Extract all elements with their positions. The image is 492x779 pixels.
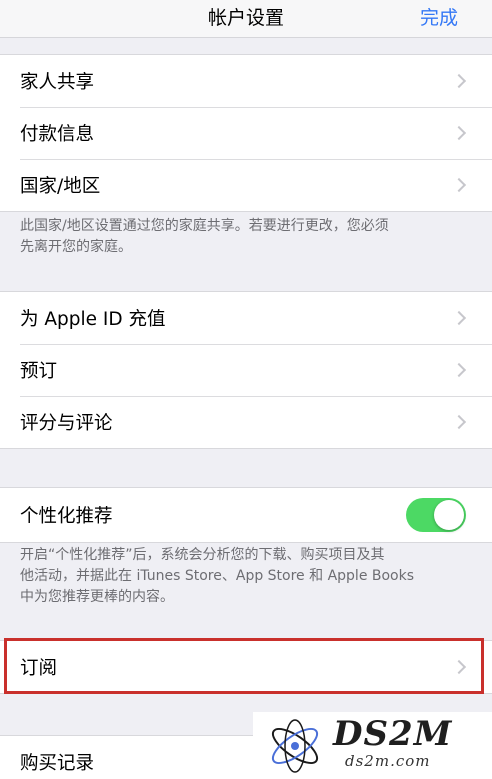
row-country-region[interactable]: 国家/地区: [0, 159, 492, 211]
chevron-right-icon: [451, 177, 467, 193]
apple-id-group: 为 Apple ID 充值 预订 评分与评论: [0, 291, 492, 449]
row-label: 个性化推荐: [20, 506, 113, 527]
note-line: 中为您推荐更棒的内容。: [20, 589, 174, 605]
row-family-sharing[interactable]: 家人共享: [0, 55, 492, 107]
watermark-domain: ds2m.com: [345, 752, 431, 770]
personalization-note: 开启“个性化推荐”后，系统会分析您的下载、购买项目及其 他活动，并据此在 iTu…: [20, 545, 468, 608]
chevron-right-icon: [451, 310, 467, 326]
chevron-right-icon: [451, 362, 467, 378]
chevron-right-icon: [451, 659, 467, 675]
personalization-group: 个性化推荐: [0, 487, 492, 543]
subscriptions-group: 订阅: [0, 640, 492, 694]
row-label: 为 Apple ID 充值: [20, 309, 166, 330]
note-line: 他活动，并据此在 iTunes Store、App Store 和 Apple …: [20, 568, 415, 584]
row-ratings-reviews[interactable]: 评分与评论: [0, 396, 492, 448]
family-payment-region-group: 家人共享 付款信息 国家/地区: [0, 54, 492, 212]
chevron-right-icon: [451, 125, 467, 141]
row-label: 预订: [20, 361, 58, 382]
page-title: 帐户设置: [207, 7, 284, 29]
personalization-toggle[interactable]: [406, 498, 466, 532]
row-personalized-recommendations: 个性化推荐: [0, 488, 492, 542]
row-label: 购买记录: [20, 753, 95, 774]
row-payment-info[interactable]: 付款信息: [0, 107, 492, 159]
row-preorders[interactable]: 预订: [0, 344, 492, 396]
row-add-funds[interactable]: 为 Apple ID 充值: [0, 292, 492, 344]
note-line: 先离开您的家庭。: [20, 239, 132, 255]
row-label: 付款信息: [20, 124, 95, 145]
atom-logo-icon: [271, 719, 319, 773]
note-line: 开启“个性化推荐”后，系统会分析您的下载、购买项目及其: [20, 547, 385, 563]
chevron-right-icon: [451, 414, 467, 430]
note-line: 此国家/地区设置通过您的家庭共享。若要进行更改，您必须: [20, 218, 389, 234]
chevron-right-icon: [451, 73, 467, 89]
toggle-knob: [434, 500, 464, 530]
family-sharing-note: 此国家/地区设置通过您的家庭共享。若要进行更改，您必须 先离开您的家庭。: [20, 216, 468, 258]
row-label: 订阅: [20, 658, 58, 679]
navigation-bar: 帐户设置 完成: [0, 0, 492, 38]
row-label: 国家/地区: [20, 176, 101, 197]
done-button[interactable]: 完成: [420, 3, 458, 30]
row-label: 家人共享: [20, 72, 95, 93]
row-label: 评分与评论: [20, 413, 113, 434]
row-subscriptions[interactable]: 订阅: [0, 641, 492, 693]
watermark: DS2M ds2m.com: [253, 712, 492, 779]
watermark-title: DS2M: [333, 714, 453, 754]
